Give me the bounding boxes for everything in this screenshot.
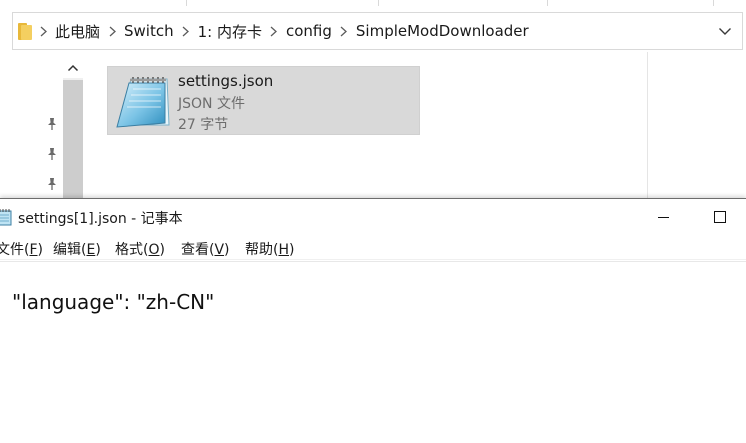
address-bar[interactable]: 此电脑 Switch 1: 内存卡 config SimpleModDownlo… (12, 12, 743, 50)
desktop: 此电脑 Switch 1: 内存卡 config SimpleModDownlo… (0, 0, 746, 443)
chevron-right-icon[interactable] (333, 26, 355, 37)
file-explorer-window: 此电脑 Switch 1: 内存卡 config SimpleModDownlo… (0, 0, 746, 198)
file-item-settings-json[interactable]: settings.json JSON 文件 27 字节 (107, 66, 420, 135)
menu-bar: 文件(F) 编辑(E) 格式(O) 查看(V) 帮助(H) (0, 236, 746, 260)
minimize-icon (657, 208, 669, 227)
pin-icon[interactable] (45, 116, 59, 130)
menu-help[interactable]: 帮助(H) (245, 239, 294, 259)
breadcrumb-config[interactable]: config (285, 22, 333, 40)
title-bar[interactable]: settings[1].json - 记事本 (0, 199, 746, 235)
maximize-button[interactable] (697, 199, 743, 235)
window-title: settings[1].json - 记事本 (18, 211, 183, 227)
navigation-pane (0, 52, 84, 198)
chevron-right-icon[interactable] (101, 26, 123, 37)
chevron-up-icon[interactable] (63, 58, 83, 78)
notepad-icon (0, 208, 12, 226)
menu-file[interactable]: 文件(F) (0, 239, 43, 259)
chevron-right-icon[interactable] (32, 26, 54, 37)
breadcrumb-switch[interactable]: Switch (123, 22, 175, 40)
pin-icon[interactable] (45, 176, 59, 190)
notepad-window: settings[1].json - 记事本 文件(F) 编辑(E) 格式(O)… (0, 198, 746, 443)
text-editor[interactable]: "language": "zh-CN" (0, 261, 746, 443)
pin-icon[interactable] (45, 146, 59, 160)
editor-content: "language": "zh-CN" (12, 290, 215, 314)
minimize-button[interactable] (640, 199, 686, 235)
menu-edit[interactable]: 编辑(E) (53, 239, 101, 259)
window-top-edge (0, 0, 746, 6)
scrollbar-thumb[interactable] (63, 80, 83, 198)
folder-icon (18, 22, 32, 40)
pane-divider (647, 52, 648, 198)
breadcrumb-memory-card[interactable]: 1: 内存卡 (197, 21, 263, 42)
chevron-down-icon[interactable] (718, 24, 732, 38)
breadcrumb-this-pc[interactable]: 此电脑 (54, 21, 101, 42)
file-name: settings.json (178, 72, 274, 90)
menu-format[interactable]: 格式(O) (115, 239, 165, 259)
file-size: 27 字节 (178, 117, 229, 133)
explorer-body: settings.json JSON 文件 27 字节 (0, 52, 746, 198)
menu-view[interactable]: 查看(V) (181, 239, 230, 259)
notepad-file-icon (113, 75, 171, 129)
breadcrumb-simplemoddownloader[interactable]: SimpleModDownloader (355, 22, 530, 40)
maximize-icon (714, 208, 726, 227)
navigation-scrollbar[interactable] (63, 58, 83, 198)
chevron-right-icon[interactable] (263, 26, 285, 37)
chevron-right-icon[interactable] (175, 26, 197, 37)
file-type: JSON 文件 (178, 96, 245, 112)
